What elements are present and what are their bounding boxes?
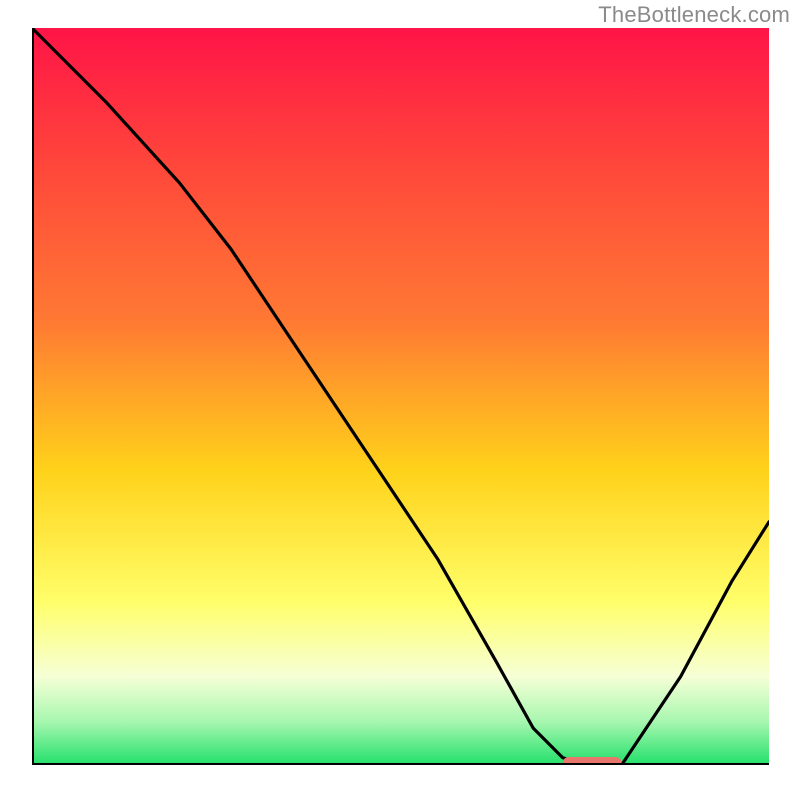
chart-frame: TheBottleneck.com (0, 0, 800, 800)
chart-svg (32, 28, 769, 765)
gradient-background (32, 28, 769, 765)
watermark-text: TheBottleneck.com (598, 2, 790, 28)
plot-area (32, 28, 769, 765)
